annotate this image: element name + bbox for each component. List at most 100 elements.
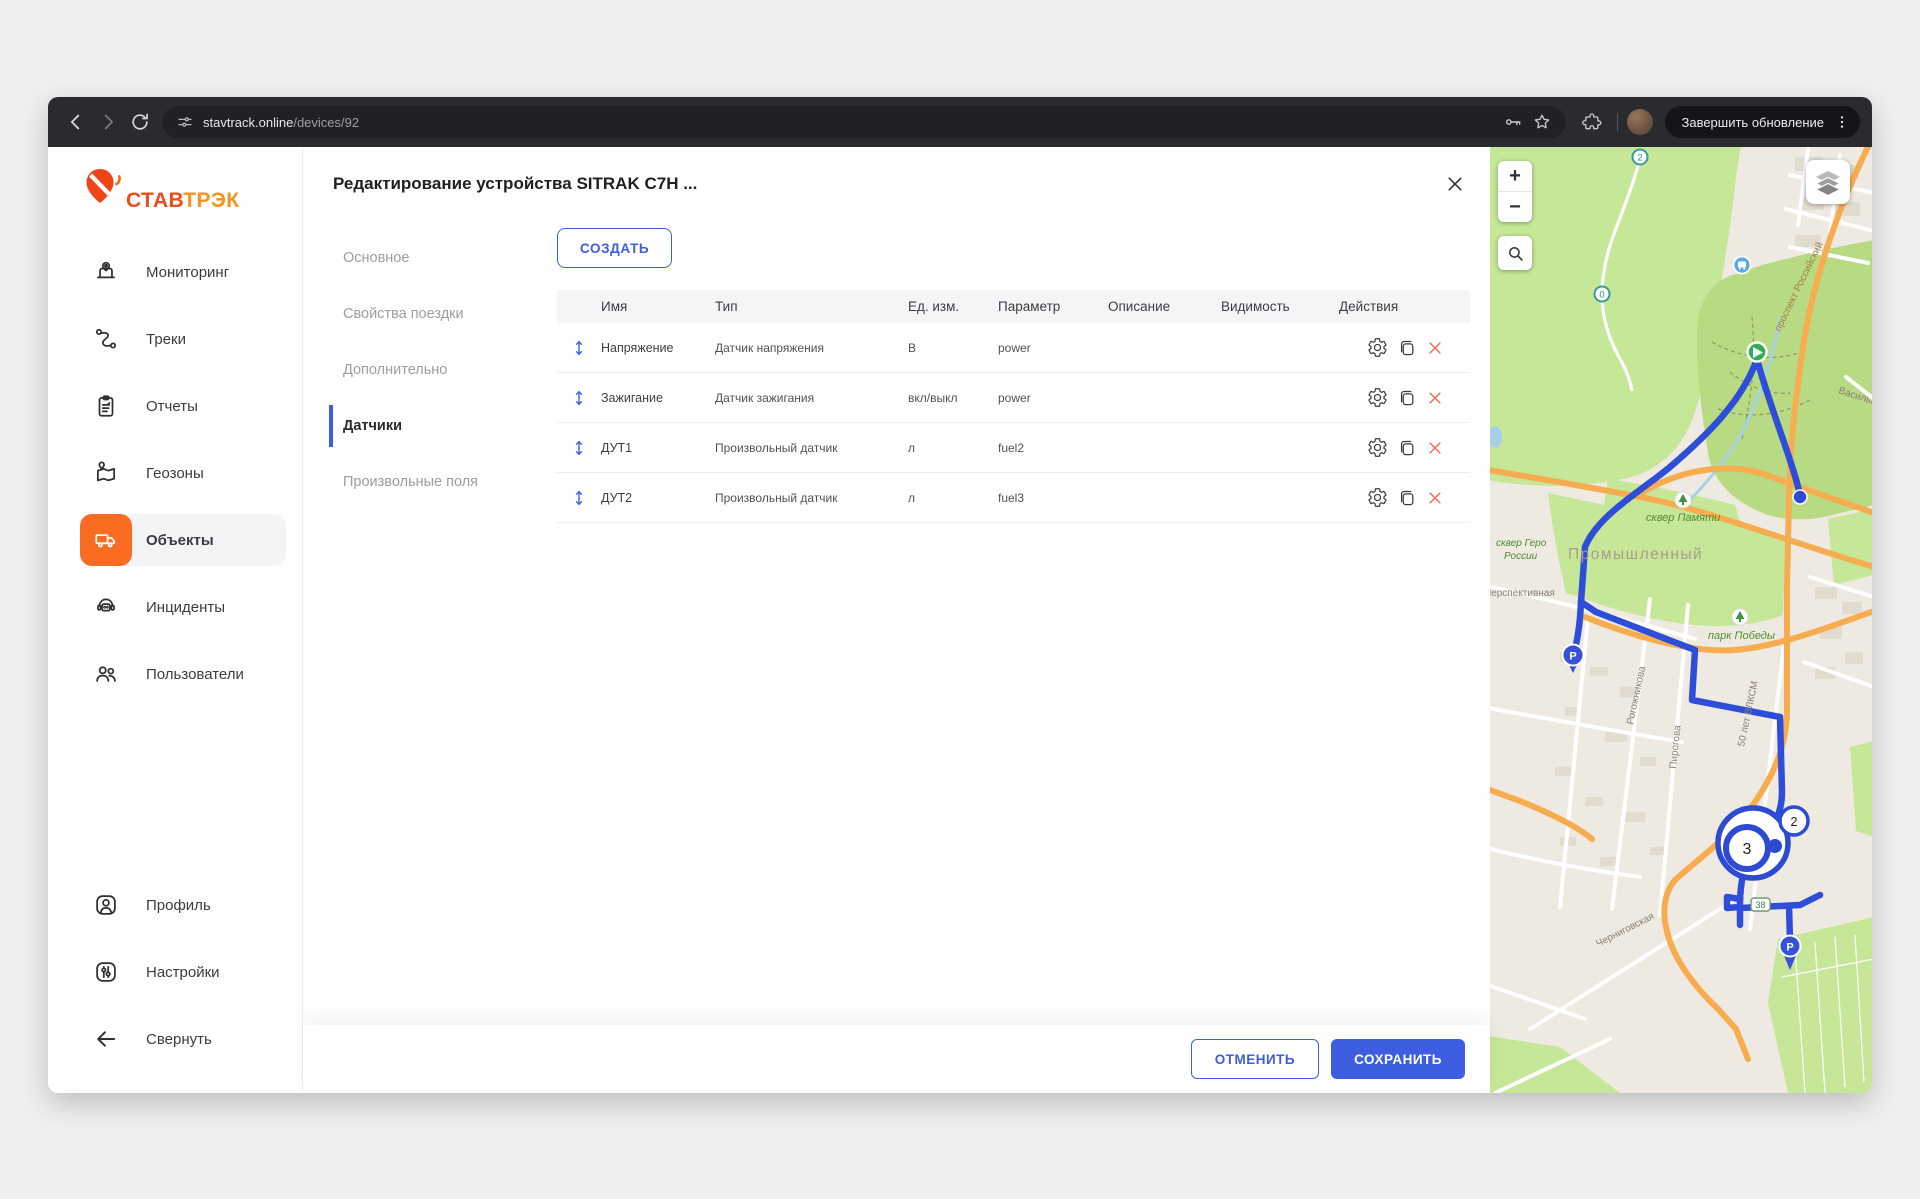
sidebar-item-reports[interactable]: Отчеты: [80, 380, 286, 432]
sidebar-item-label: Профиль: [146, 897, 211, 914]
sidebar-item-monitoring[interactable]: Мониторинг: [80, 246, 286, 298]
track-start-marker[interactable]: [1748, 343, 1767, 362]
sidebar-item-label: Инциденты: [146, 599, 225, 616]
sidebar-collapse-button[interactable]: Свернуть: [80, 1013, 286, 1065]
map-panel[interactable]: 2 0: [1490, 147, 1872, 1093]
sidebar-item-label: Свернуть: [146, 1031, 212, 1048]
sensor-delete-button[interactable]: [1426, 339, 1444, 357]
header-cell: Параметр: [998, 299, 1108, 314]
finish-update-button[interactable]: Завершить обновление: [1665, 106, 1860, 138]
profile-avatar[interactable]: [1627, 109, 1653, 135]
sensor-type: Датчик напряжения: [715, 341, 908, 355]
map-zoom-control: + −: [1498, 161, 1532, 222]
drag-handle[interactable]: [557, 389, 601, 407]
svg-text:38: 38: [1755, 900, 1765, 910]
map-layers-button[interactable]: [1806, 160, 1850, 204]
drag-handle[interactable]: [557, 339, 601, 357]
url-text: stavtrack.online/devices/92: [203, 115, 359, 130]
row-actions: [1339, 387, 1470, 408]
tab-datchiki[interactable]: Датчики: [303, 398, 557, 454]
sensor-settings-button[interactable]: [1367, 387, 1388, 408]
search-icon: [1507, 245, 1524, 262]
sensor-name: Напряжение: [601, 341, 715, 355]
sensor-settings-button[interactable]: [1367, 437, 1388, 458]
tab-proizvolnye-polya[interactable]: Произвольные поля: [303, 454, 557, 510]
sensor-copy-button[interactable]: [1397, 388, 1417, 408]
sensor-copy-button[interactable]: [1397, 338, 1417, 358]
extensions-puzzle-icon: [1582, 112, 1602, 132]
sensor-settings-button[interactable]: [1367, 487, 1388, 508]
bookmark-star-icon[interactable]: [1532, 112, 1552, 132]
sensor-settings-button[interactable]: [1367, 337, 1388, 358]
zoom-out-button[interactable]: −: [1498, 191, 1532, 222]
drag-handle[interactable]: [557, 489, 601, 507]
sensor-delete-button[interactable]: [1426, 439, 1444, 457]
sensor-param: fuel3: [998, 491, 1108, 505]
browser-toolbar: stavtrack.online/devices/92 Завершить об…: [48, 97, 1872, 147]
cluster-marker-small[interactable]: 2: [1780, 807, 1808, 835]
users-icon: [80, 648, 132, 700]
sidebar-item-label: Объекты: [146, 532, 214, 549]
table-header-row: Имя Тип Ед. изм. Параметр Описание Видим…: [557, 290, 1470, 323]
table-row: ДУТ2 Произвольный датчик л fuel3: [557, 473, 1470, 523]
cancel-button[interactable]: ОТМЕНИТЬ: [1191, 1039, 1319, 1079]
cluster-marker-big[interactable]: 3: [1718, 808, 1788, 878]
sidebar-item-tracks[interactable]: Треки: [80, 313, 286, 365]
route-node-marker[interactable]: [1793, 490, 1807, 504]
svg-text:2: 2: [1791, 815, 1798, 829]
sensor-type: Произвольный датчик: [715, 491, 908, 505]
sidebar-item-users[interactable]: Пользователи: [80, 648, 286, 700]
sensors-content: СОЗДАТЬ Имя Тип Ед. изм. Параметр Описан…: [557, 147, 1470, 1093]
extensions-button[interactable]: [1576, 106, 1608, 138]
sensor-copy-button[interactable]: [1397, 488, 1417, 508]
row-actions: [1339, 337, 1470, 358]
kebab-menu-icon[interactable]: [1834, 114, 1850, 130]
site-settings-icon[interactable]: [176, 113, 194, 131]
svg-text:парк Победы: парк Победы: [1708, 630, 1775, 642]
address-bar[interactable]: stavtrack.online/devices/92: [162, 106, 1566, 138]
tab-dopolnitelno[interactable]: Дополнительно: [303, 342, 557, 398]
app-body: СТАВТРЭК Мониторинг Треки: [48, 147, 1872, 1093]
reports-icon: [80, 380, 132, 432]
sensor-name: Зажигание: [601, 391, 715, 405]
road-shield: 38: [1751, 898, 1770, 911]
sidebar-item-objects[interactable]: Объекты: [80, 514, 286, 566]
sidebar-item-label: Мониторинг: [146, 264, 229, 281]
sensor-delete-button[interactable]: [1426, 489, 1444, 507]
map-search-button[interactable]: [1498, 236, 1532, 270]
drag-handle[interactable]: [557, 439, 601, 457]
sidebar-item-settings[interactable]: Настройки: [80, 946, 286, 998]
header-cell: Описание: [1108, 299, 1221, 314]
svg-text:P: P: [1786, 942, 1793, 954]
tab-svoystva-poezdki[interactable]: Свойства поездки: [303, 286, 557, 342]
screenshot-stage: stavtrack.online/devices/92 Завершить об…: [0, 0, 1920, 1199]
save-button[interactable]: СОХРАНИТЬ: [1331, 1039, 1465, 1079]
sensor-unit: В: [908, 341, 998, 355]
map-canvas[interactable]: 2 0: [1490, 147, 1872, 1093]
sidebar-item-profile[interactable]: Профиль: [80, 879, 286, 931]
header-cell: Тип: [715, 299, 908, 314]
svg-text:Промышленный: Промышленный: [1568, 546, 1703, 563]
table-row: Зажигание Датчик зажигания вкл/выкл powe…: [557, 373, 1470, 423]
sensor-delete-button[interactable]: [1426, 389, 1444, 407]
back-button[interactable]: [60, 106, 92, 138]
svg-text:сквер Геро: сквер Геро: [1496, 538, 1547, 549]
create-button[interactable]: СОЗДАТЬ: [557, 228, 672, 268]
password-key-icon[interactable]: [1503, 112, 1523, 132]
header-cell: Имя: [601, 299, 715, 314]
sidebar-item-incidents[interactable]: Инциденты: [80, 581, 286, 633]
device-edit-panel: Редактирование устройства SITRAK C7H ...…: [303, 147, 1490, 1093]
tab-osnovnoe[interactable]: Основное: [303, 230, 557, 286]
sidebar-item-geozones[interactable]: Геозоны: [80, 447, 286, 499]
sensor-copy-button[interactable]: [1397, 438, 1417, 458]
reload-button[interactable]: [124, 106, 156, 138]
row-actions: [1339, 437, 1470, 458]
sensor-name: ДУТ1: [601, 441, 715, 455]
zoom-in-button[interactable]: +: [1498, 161, 1532, 191]
svg-text:3: 3: [1743, 841, 1752, 858]
sidebar-item-label: Треки: [146, 331, 186, 348]
forward-button[interactable]: [92, 106, 124, 138]
header-cell: Видимость: [1221, 299, 1339, 314]
back-icon: [65, 111, 87, 133]
sensor-name: ДУТ2: [601, 491, 715, 505]
